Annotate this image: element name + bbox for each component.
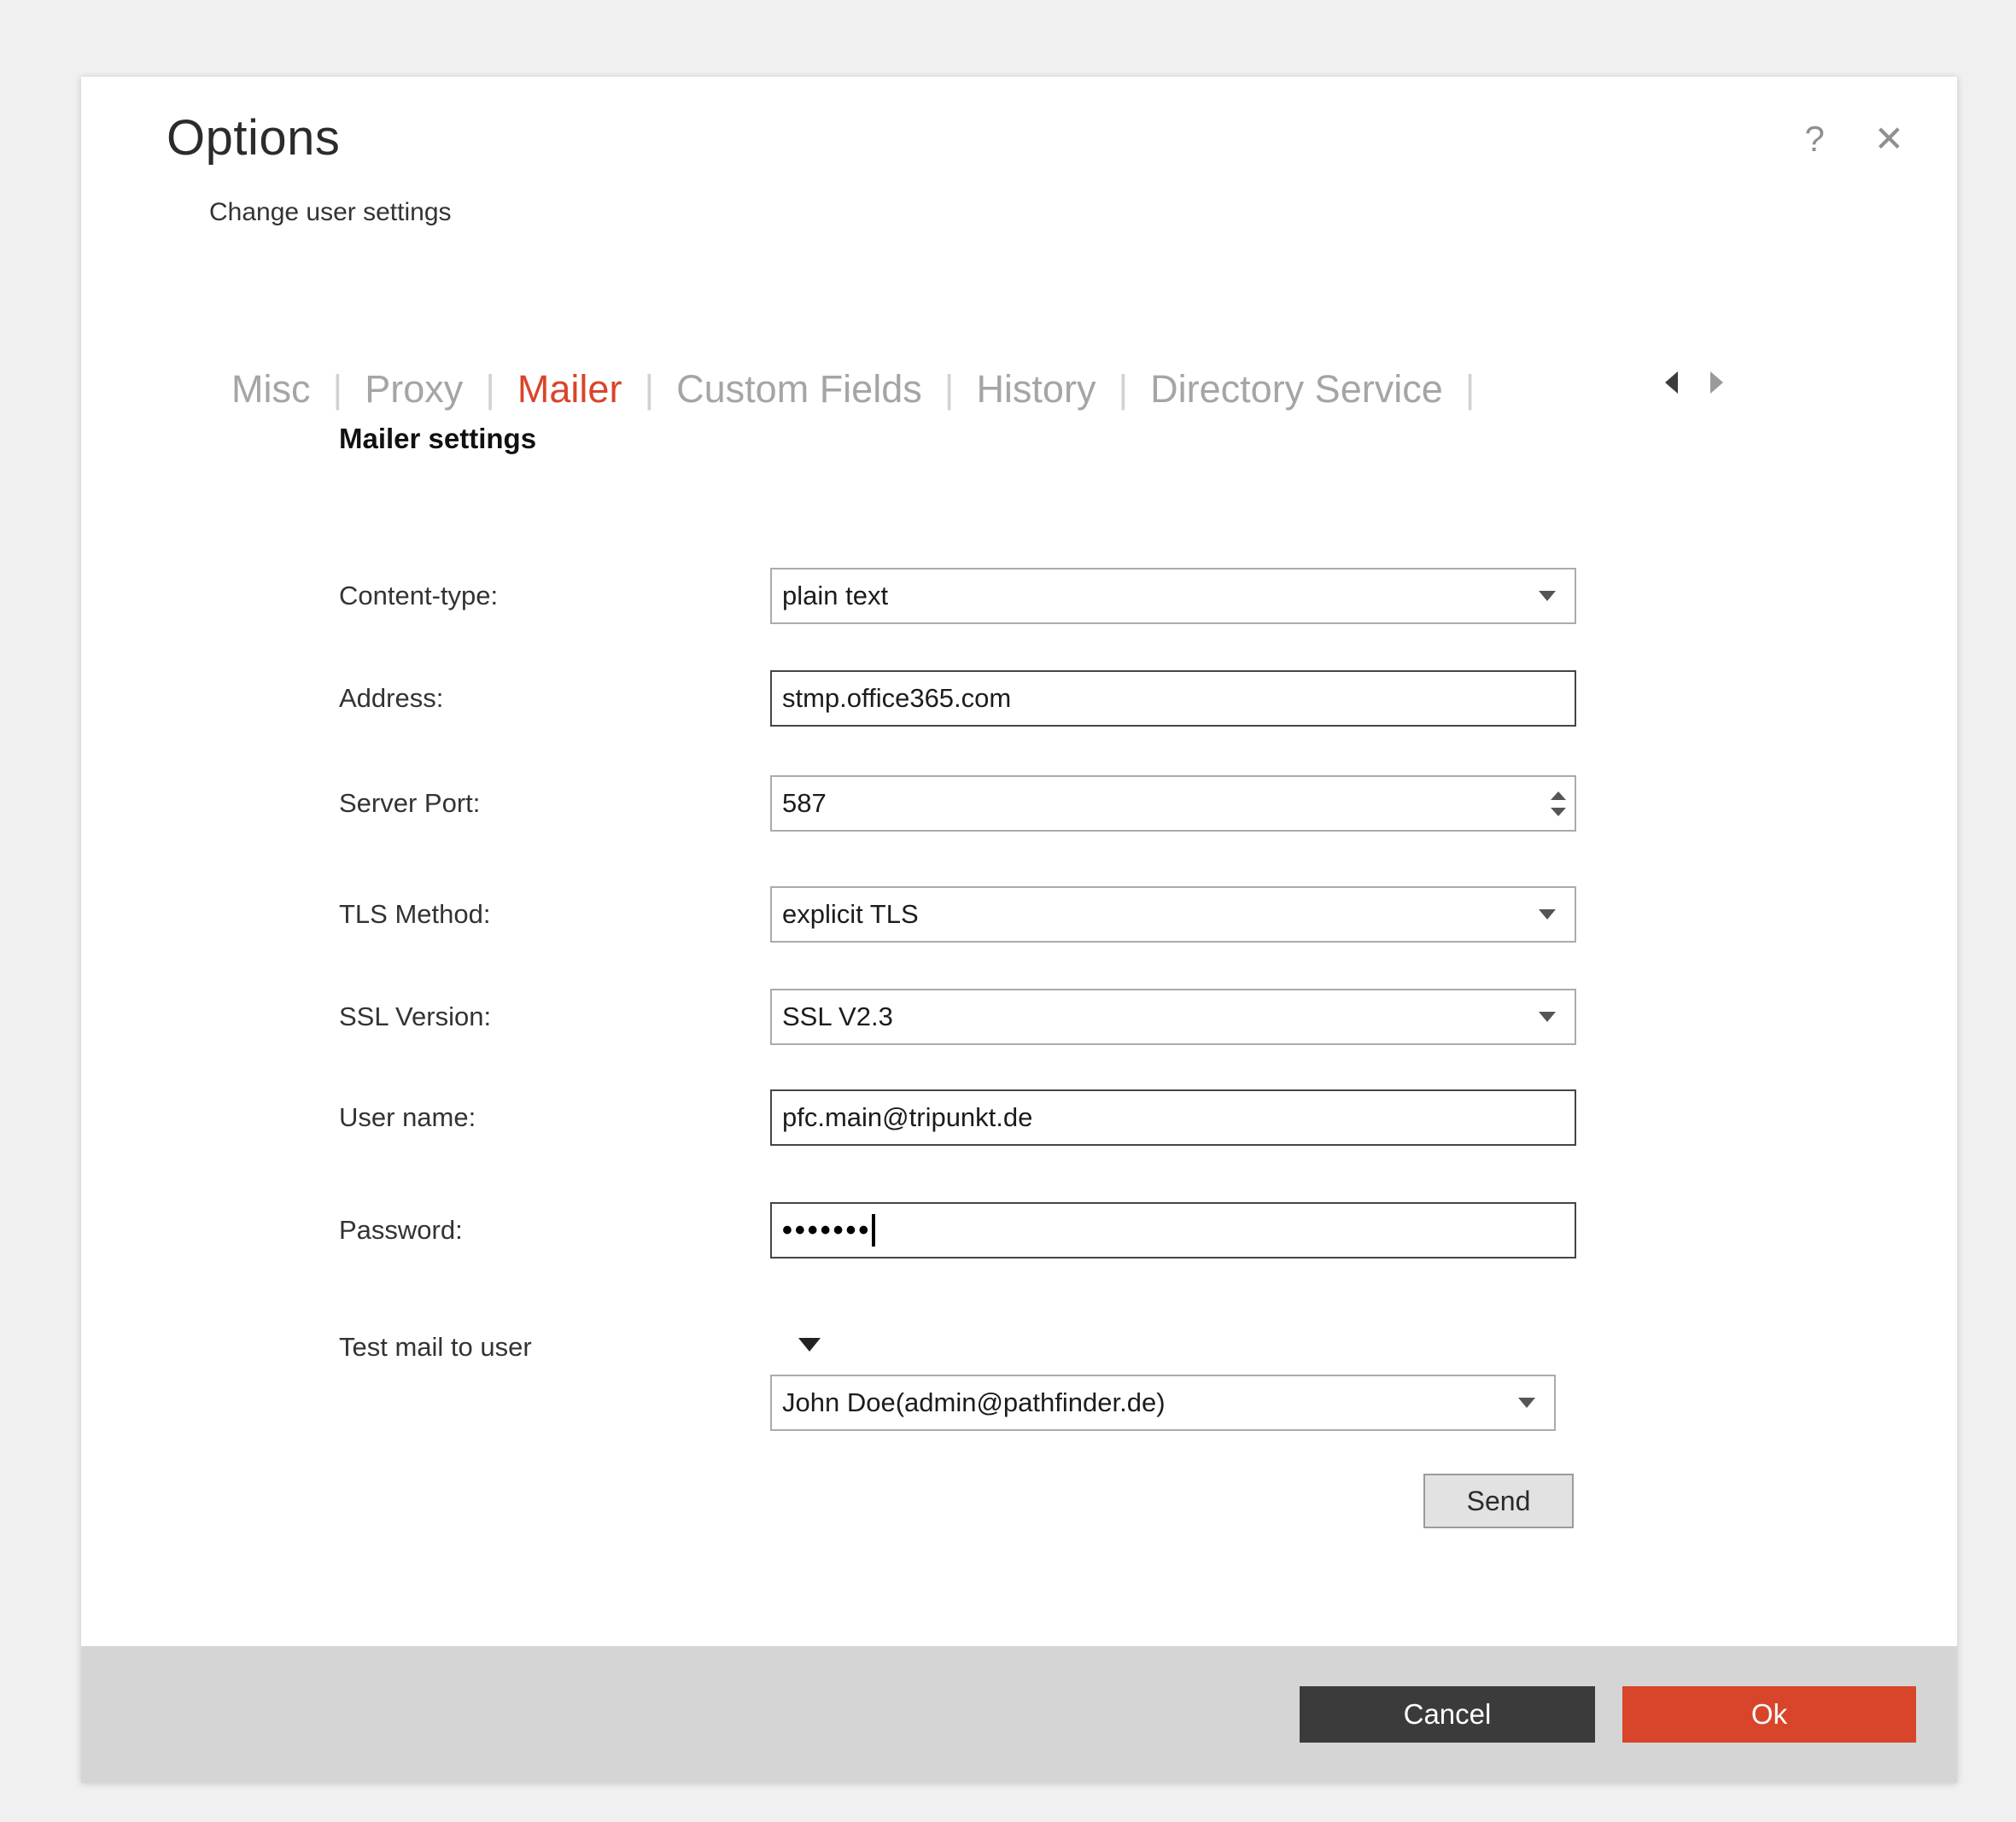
password-masked-value: ••••••• [782, 1214, 871, 1247]
content-type-label: Content-type: [339, 568, 498, 624]
row-server-port: Server Port: 587 [339, 775, 1586, 832]
tls-method-label: TLS Method: [339, 886, 490, 943]
row-test-mail-user: John Doe(admin@pathfinder.de) [339, 1375, 1586, 1431]
test-mail-label: Test mail to user [339, 1319, 532, 1375]
user-name-input[interactable] [770, 1089, 1576, 1146]
row-test-mail: Test mail to user [339, 1319, 1586, 1375]
dialog-footer: Cancel Ok [81, 1646, 1957, 1783]
ssl-version-value: SSL V2.3 [782, 1002, 893, 1032]
content-type-value: plain text [782, 581, 888, 611]
tab-proxy[interactable]: Proxy [365, 367, 495, 411]
ssl-version-dropdown[interactable]: SSL V2.3 [770, 989, 1576, 1045]
tab-misc[interactable]: Misc [231, 367, 342, 411]
tabs-scroll-left-icon[interactable] [1665, 371, 1678, 394]
row-password: Password: ••••••• [339, 1202, 1586, 1258]
row-user-name: User name: [339, 1089, 1586, 1146]
chevron-down-icon [1518, 1398, 1535, 1408]
tab-history[interactable]: History [976, 367, 1128, 411]
dialog-subtitle: Change user settings [209, 198, 452, 227]
row-address: Address: [339, 670, 1586, 727]
address-input[interactable] [770, 670, 1576, 727]
chevron-down-icon [1539, 591, 1556, 601]
spin-down-icon[interactable] [1551, 808, 1566, 816]
test-mail-user-value: John Doe(admin@pathfinder.de) [782, 1387, 1166, 1418]
user-name-label: User name: [339, 1089, 476, 1146]
tls-method-dropdown[interactable]: explicit TLS [770, 886, 1576, 943]
tab-mailer[interactable]: Mailer [517, 367, 654, 411]
address-label: Address: [339, 670, 443, 727]
row-content-type: Content-type: plain text [339, 568, 1586, 624]
help-icon[interactable]: ? [1804, 121, 1824, 157]
close-icon[interactable]: ✕ [1874, 121, 1904, 157]
password-label: Password: [339, 1202, 463, 1258]
tab-custom-fields[interactable]: Custom Fields [676, 367, 954, 411]
cancel-button[interactable]: Cancel [1300, 1686, 1595, 1743]
row-ssl-version: SSL Version: SSL V2.3 [339, 989, 1586, 1045]
test-mail-user-dropdown[interactable]: John Doe(admin@pathfinder.de) [770, 1375, 1556, 1431]
dialog-title: Options [167, 109, 340, 166]
ssl-version-label: SSL Version: [339, 989, 491, 1045]
test-mail-dropdown-icon[interactable] [798, 1338, 821, 1352]
row-tls-method: TLS Method: explicit TLS [339, 886, 1586, 943]
spinner-icons [1551, 777, 1566, 830]
send-button[interactable]: Send [1423, 1474, 1574, 1528]
server-port-value: 587 [782, 788, 827, 819]
spin-up-icon[interactable] [1551, 791, 1566, 800]
server-port-label: Server Port: [339, 775, 480, 832]
text-cursor [872, 1214, 875, 1247]
options-dialog: Options ? ✕ Change user settings Misc Pro… [81, 77, 1957, 1783]
section-heading: Mailer settings [339, 423, 536, 455]
tabbar: Misc Proxy Mailer Custom Fields History Direc… [231, 367, 1497, 422]
password-input[interactable]: ••••••• [770, 1202, 1576, 1258]
tabs-scroll-right-icon[interactable] [1710, 371, 1723, 394]
server-port-stepper[interactable]: 587 [770, 775, 1576, 832]
ok-button[interactable]: Ok [1622, 1686, 1916, 1743]
content-type-dropdown[interactable]: plain text [770, 568, 1576, 624]
tab-directory-service[interactable]: Directory Service [1150, 367, 1475, 411]
chevron-down-icon [1539, 1012, 1556, 1022]
tls-method-value: explicit TLS [782, 899, 919, 930]
chevron-down-icon [1539, 909, 1556, 920]
